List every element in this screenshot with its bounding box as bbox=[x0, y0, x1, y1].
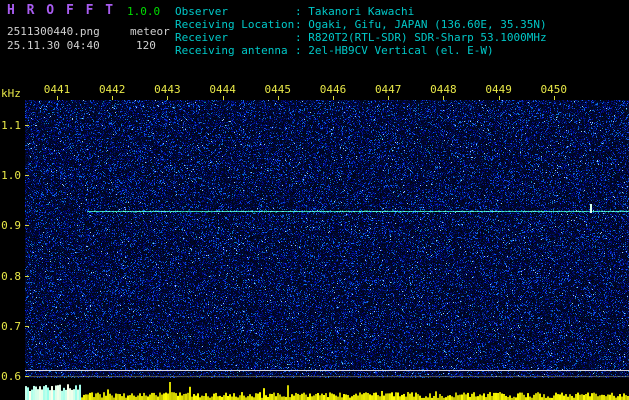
info-row: Receiver: R820T2(RTL-SDR) SDR-Sharp 53.1… bbox=[175, 31, 547, 44]
info-row: Observer: Takanori Kawachi bbox=[175, 5, 547, 18]
time-axis-tick bbox=[167, 96, 168, 100]
info-label: Observer bbox=[175, 5, 295, 18]
receiver-info: Observer: Takanori KawachiReceiving Loca… bbox=[175, 5, 547, 57]
freq-axis-tick bbox=[25, 125, 29, 126]
time-axis-label: 0446 bbox=[320, 83, 347, 96]
info-label: Receiving Location bbox=[175, 18, 295, 31]
app-title: H R O F F T bbox=[7, 3, 115, 18]
freq-axis-label: 0.7 bbox=[0, 320, 21, 333]
time-axis-label: 0441 bbox=[44, 83, 71, 96]
time-axis-tick bbox=[388, 96, 389, 100]
freq-axis-tick bbox=[25, 225, 29, 226]
time-axis-label: 0447 bbox=[375, 83, 402, 96]
info-value: : R820T2(RTL-SDR) SDR-Sharp 53.1000MHz bbox=[295, 31, 547, 44]
spectrogram-canvas bbox=[25, 100, 629, 378]
time-axis-label: 0445 bbox=[265, 83, 292, 96]
freq-axis-label: 0.8 bbox=[0, 270, 21, 283]
mode-label: meteor bbox=[130, 25, 170, 38]
freq-axis-label: 0.6 bbox=[0, 370, 21, 383]
info-value: : Takanori Kawachi bbox=[295, 5, 414, 18]
time-axis-tick bbox=[443, 96, 444, 100]
time-axis-label: 0443 bbox=[154, 83, 181, 96]
time-axis-label: 0444 bbox=[209, 83, 236, 96]
info-row: Receiving antenna: 2el-HB9CV Vertical (e… bbox=[175, 44, 547, 57]
time-axis-tick bbox=[554, 96, 555, 100]
freq-axis-label: 1.0 bbox=[0, 169, 21, 182]
observation-start-time: 25.11.30 04:40 bbox=[7, 39, 100, 52]
freq-axis-label: 0.9 bbox=[0, 219, 21, 232]
freq-axis-tick bbox=[25, 175, 29, 176]
time-axis-label: 0450 bbox=[541, 83, 568, 96]
y-axis-unit-label: kHz bbox=[1, 87, 21, 100]
freq-axis-tick bbox=[25, 376, 29, 377]
signal-level-strip-canvas bbox=[25, 380, 629, 400]
time-axis-tick bbox=[278, 96, 279, 100]
info-row: Receiving Location: Ogaki, Gifu, JAPAN (… bbox=[175, 18, 547, 31]
time-axis-label: 0449 bbox=[485, 83, 512, 96]
info-label: Receiver bbox=[175, 31, 295, 44]
info-label: Receiving antenna bbox=[175, 44, 295, 57]
time-axis-tick bbox=[499, 96, 500, 100]
time-axis-tick bbox=[223, 96, 224, 100]
time-axis-tick bbox=[333, 96, 334, 100]
freq-axis-label: 1.1 bbox=[0, 119, 21, 132]
time-axis-tick bbox=[57, 96, 58, 100]
time-axis-label: 0442 bbox=[99, 83, 126, 96]
info-value: : 2el-HB9CV Vertical (el. E-W) bbox=[295, 44, 494, 57]
freq-axis-tick bbox=[25, 326, 29, 327]
info-value: : Ogaki, Gifu, JAPAN (136.60E, 35.35N) bbox=[295, 18, 547, 31]
time-axis-tick bbox=[112, 96, 113, 100]
app-version: 1.0.0 bbox=[127, 5, 160, 18]
output-file-name: 2511300440.png bbox=[7, 25, 100, 38]
time-axis-label: 0448 bbox=[430, 83, 457, 96]
hrofft-screen: H R O F F T 1.0.0 2511300440.png meteor … bbox=[0, 0, 629, 400]
duration-value: 120 bbox=[136, 39, 156, 52]
freq-axis-tick bbox=[25, 276, 29, 277]
